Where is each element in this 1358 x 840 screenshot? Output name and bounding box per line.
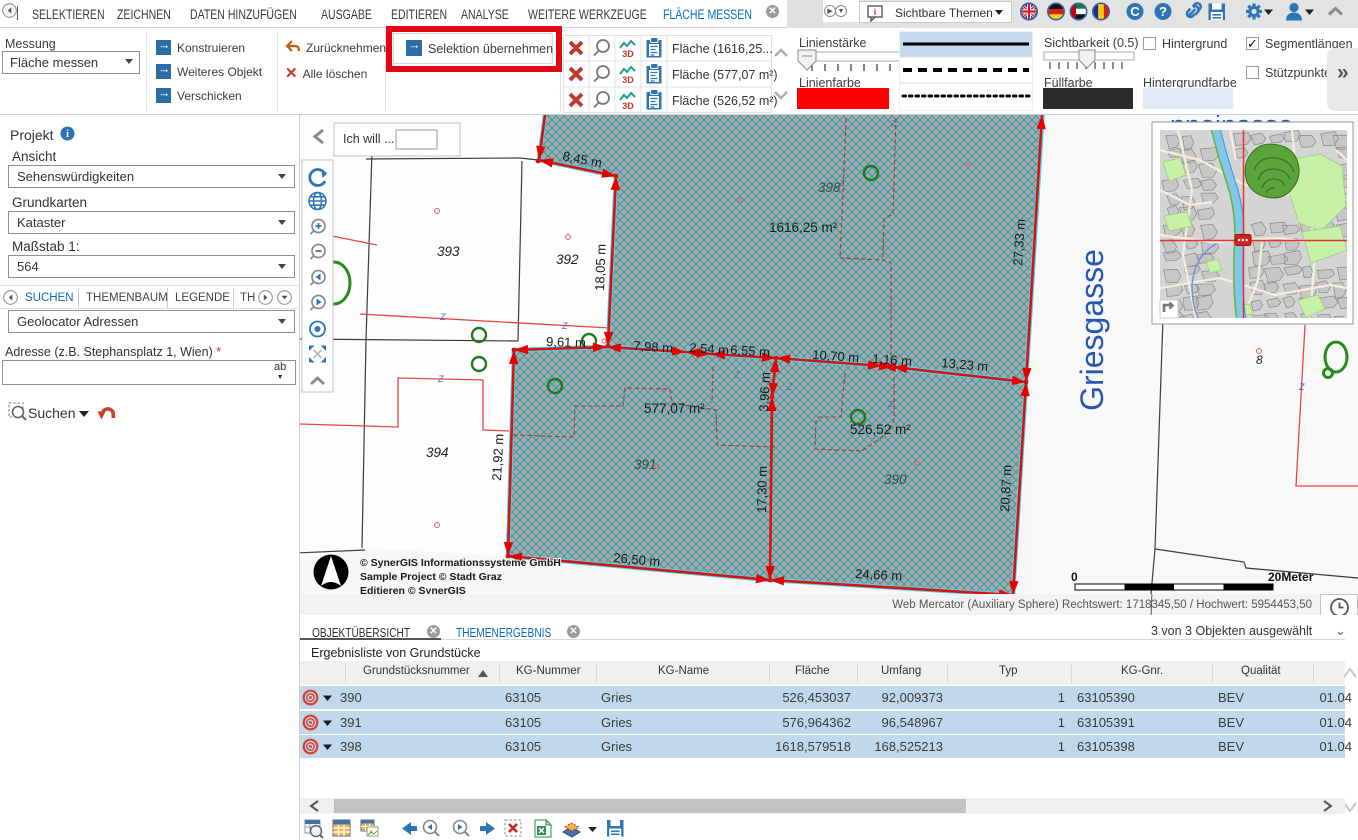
svg-text:7,98 m: 7,98 m [633,338,674,356]
svg-text:Fläche (526,52 m²): Fläche (526,52 m²) [672,94,778,108]
svg-text:17,30 m: 17,30 m [754,466,770,513]
svg-text:9,61 m: 9,61 m [546,334,586,350]
svg-text:0: 0 [1071,570,1078,584]
svg-text:24,66 m: 24,66 m [855,566,903,583]
svg-text:Z: Z [561,321,568,331]
svg-text:Z: Z [437,374,444,384]
svg-text:Fläche (577,07 m²): Fläche (577,07 m²) [672,68,778,82]
svg-text:C: C [1130,4,1140,19]
svg-text:1,16 m: 1,16 m [872,351,913,369]
svg-text:390: 390 [884,472,907,487]
svg-text:i: i [874,7,877,17]
svg-text:Z: Z [733,370,740,380]
svg-text:21,92 m: 21,92 m [489,433,506,481]
svg-text:Editieren © SynerGIS: Editieren © SynerGIS [360,585,466,594]
svg-text:Sample Project © Stadt Graz: Sample Project © Stadt Graz [360,571,502,583]
svg-text:i: i [66,129,69,140]
svg-text:1616,25 m²: 1616,25 m² [769,220,838,235]
svg-text:Z: Z [786,382,793,392]
svg-text:6,55 m: 6,55 m [730,342,771,360]
svg-text:391: 391 [634,457,657,472]
svg-text:392: 392 [556,252,579,267]
svg-text:3,96 m: 3,96 m [756,372,773,412]
svg-text:394: 394 [426,445,449,460]
svg-text:526,52 m²: 526,52 m² [850,422,911,437]
svg-text:8: 8 [1256,353,1263,367]
svg-text:Fläche (1616,25...: Fläche (1616,25... [672,42,773,56]
svg-text:?: ? [1159,4,1167,19]
svg-text:393: 393 [437,244,460,259]
svg-text:© SynerGIS Informationssysteme: © SynerGIS Informationssysteme GmbH [360,557,561,569]
svg-text:20Meter: 20Meter [1268,570,1314,584]
svg-text:Z: Z [439,312,446,322]
svg-text:3D: 3D [622,49,634,59]
svg-text:577,07 m²: 577,07 m² [644,401,705,416]
svg-text:2,54 m: 2,54 m [689,340,730,358]
svg-text:3D: 3D [622,101,634,111]
svg-text:18,05 m: 18,05 m [592,244,609,291]
svg-text:Z: Z [1298,382,1305,392]
svg-text:Ich will ...: Ich will ... [343,132,394,146]
svg-text:3D: 3D [622,75,634,85]
svg-text:20,87 m: 20,87 m [997,464,1014,512]
svg-text:398: 398 [818,180,841,195]
svg-text:Griesgasse: Griesgasse [1074,249,1110,411]
